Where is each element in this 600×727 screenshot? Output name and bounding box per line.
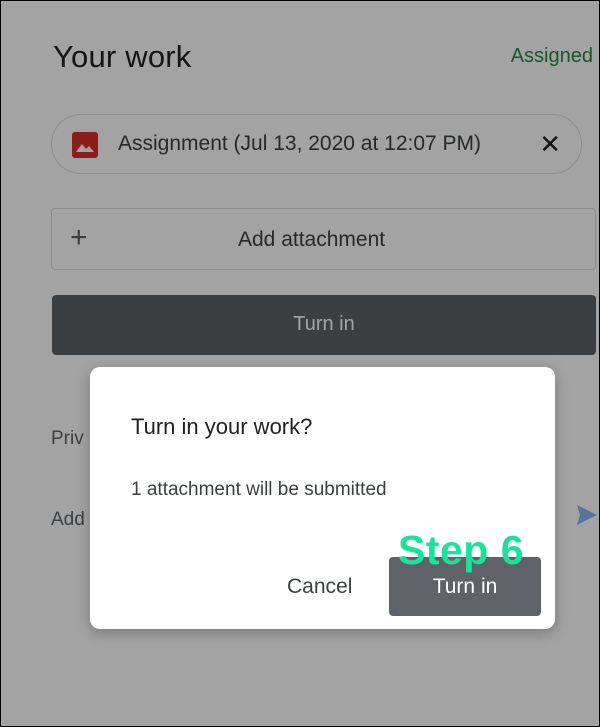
step-annotation: Step 6 <box>398 527 525 573</box>
dialog-title: Turn in your work? <box>131 414 313 439</box>
dialog-message: 1 attachment will be submitted <box>131 479 387 500</box>
confirm-turn-in-label: Turn in <box>432 575 498 598</box>
screenshot-frame: Your work Assigned Assignment (Jul 13, 2… <box>0 0 600 727</box>
turn-in-dialog: Turn in your work? 1 attachment will be … <box>90 367 555 629</box>
cancel-button[interactable]: Cancel <box>287 575 352 599</box>
